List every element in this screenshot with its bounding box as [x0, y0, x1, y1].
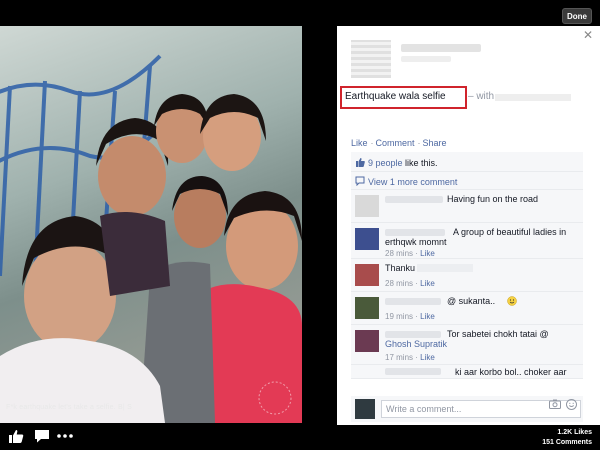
- post-status-text: Earthquake wala selfie: [345, 91, 446, 102]
- comment-item: Thanku 28 mins · Like: [351, 259, 583, 292]
- view-more-label: View 1 more comment: [368, 177, 458, 187]
- comments-count[interactable]: 151 Comments: [542, 438, 592, 448]
- comment-text: Having fun on the road: [447, 194, 539, 204]
- commenter-avatar[interactable]: [355, 228, 379, 250]
- comment-time: 28 mins: [385, 249, 414, 258]
- comment-like-link[interactable]: Like: [420, 249, 435, 258]
- thumbs-up-icon: [356, 158, 365, 167]
- comment-text: A group of beautiful ladies in: [453, 227, 567, 237]
- comment-item: A group of beautiful ladies in erthqwk m…: [351, 223, 583, 259]
- comment-time: 19 mins: [385, 312, 414, 321]
- view-more-comments[interactable]: View 1 more comment: [351, 172, 583, 190]
- comment-item: @ sukanta.. 19 mins · Like: [351, 292, 583, 325]
- comment-text: Tor sabetei chokh tatai @: [447, 329, 549, 339]
- close-icon[interactable]: ✕: [581, 28, 595, 42]
- separator: ·: [417, 138, 421, 148]
- comment-item: Tor sabetei chokh tatai @ Ghosh Supratik…: [351, 325, 583, 365]
- engagement-counts: 1.2K Likes 151 Comments: [542, 428, 592, 448]
- commenter-name-redacted[interactable]: [385, 331, 441, 338]
- commenter-name-redacted: [417, 264, 473, 272]
- done-button[interactable]: Done: [562, 8, 592, 24]
- tagged-user-link[interactable]: Ghosh Supratik: [385, 339, 447, 349]
- commenter-name-redacted[interactable]: [385, 298, 441, 305]
- comment-text: Thanku: [385, 263, 416, 273]
- emoji-picker-icon[interactable]: [566, 399, 577, 410]
- comment-meta: 28 mins · Like: [385, 279, 435, 288]
- author-name-redacted: [401, 44, 481, 52]
- commenter-name-redacted[interactable]: [385, 196, 443, 203]
- comment-item: Having fun on the road: [351, 190, 583, 223]
- post-actions: Like · Comment · Share: [351, 138, 448, 148]
- bottom-toolbar: 1.2K Likes 151 Comments: [0, 425, 600, 450]
- likes-people-link[interactable]: 9 people: [368, 158, 403, 168]
- likes-summary: 9 people like this.: [351, 152, 583, 172]
- tagged-names-redacted: [495, 94, 571, 101]
- comment-like-link[interactable]: Like: [420, 353, 435, 362]
- commenter-name-redacted[interactable]: [385, 368, 441, 375]
- comment-like-link[interactable]: Like: [420, 312, 435, 321]
- comment-like-link[interactable]: Like: [420, 279, 435, 288]
- post-panel: ✕ Earthquake wala selfie – with Like · Com…: [337, 26, 600, 425]
- feedback-section: 9 people like this. View 1 more comment …: [351, 152, 583, 379]
- comment-link[interactable]: Comment: [376, 138, 415, 148]
- like-link[interactable]: Like: [351, 138, 368, 148]
- more-options-icon[interactable]: [56, 429, 74, 443]
- author-avatar[interactable]: [351, 40, 391, 78]
- group-selfie-image: [0, 94, 302, 423]
- comment-composer: Write a comment...: [351, 396, 583, 422]
- commenter-avatar[interactable]: [355, 195, 379, 217]
- comment-meta: 19 mins · Like: [385, 312, 435, 321]
- like-thumb-icon[interactable]: [8, 429, 24, 443]
- share-link[interactable]: Share: [423, 138, 447, 148]
- comment-time: 17 mins: [385, 353, 414, 362]
- commenter-avatar[interactable]: [355, 264, 379, 286]
- commenter-avatar[interactable]: [355, 297, 379, 319]
- author-subline-redacted: [401, 56, 451, 62]
- camera-icon[interactable]: [549, 399, 561, 409]
- comment-item: ki aar korbo bol.. choker aar: [351, 365, 583, 379]
- comment-bubble-icon: [355, 176, 365, 186]
- comment-icon[interactable]: [34, 429, 50, 443]
- comment-text: ki aar korbo bol.. choker aar: [455, 367, 567, 377]
- post-with-text: – with: [468, 91, 495, 102]
- likes-suffix: like this.: [402, 158, 438, 168]
- smiley-emoji-icon: [507, 296, 517, 306]
- author-header: [351, 40, 581, 80]
- comment-meta: 17 mins · Like: [385, 353, 435, 362]
- commenter-name-redacted[interactable]: [385, 229, 445, 236]
- comment-time: 28 mins: [385, 279, 414, 288]
- separator: ·: [370, 138, 374, 148]
- current-user-avatar: [355, 399, 375, 419]
- comment-meta: 28 mins · Like: [385, 249, 435, 258]
- comment-text-continued: erthqwk momnt: [385, 237, 447, 247]
- photo-viewer[interactable]: F*k earthquake let's take a selfie. B| S: [0, 26, 302, 423]
- photo-caption: F*k earthquake let's take a selfie. B| S: [6, 404, 132, 411]
- commenter-avatar[interactable]: [355, 330, 379, 352]
- likes-count[interactable]: 1.2K Likes: [542, 428, 592, 438]
- comment-text: @ sukanta..: [447, 296, 496, 306]
